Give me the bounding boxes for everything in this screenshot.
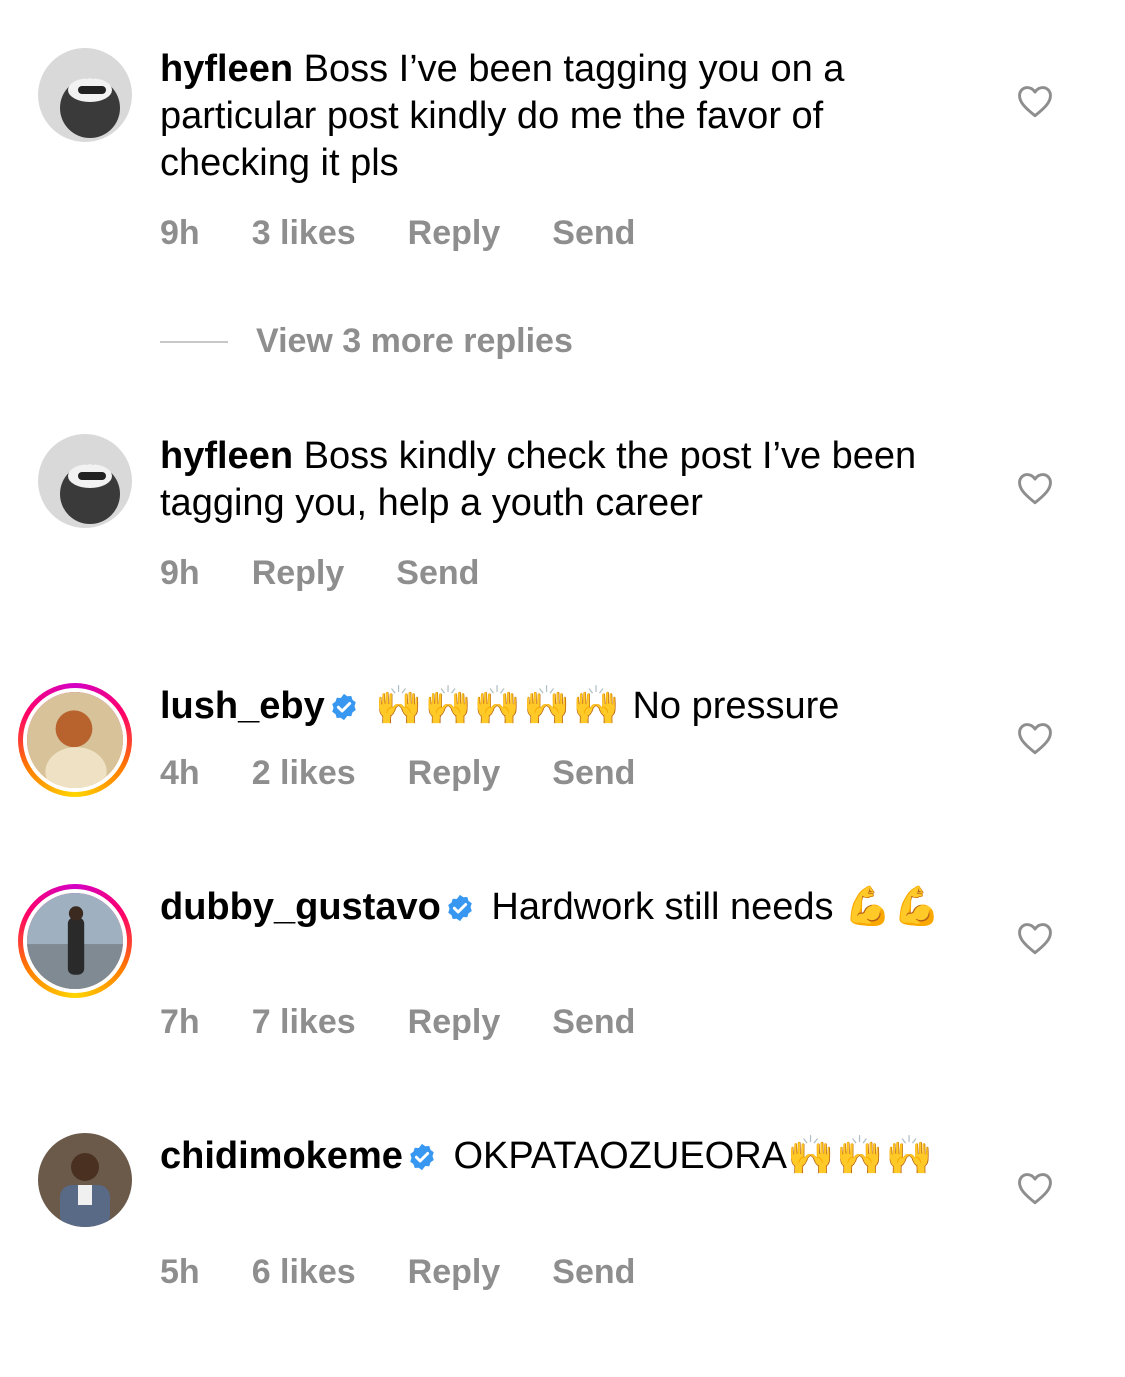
comment-body: No pressure bbox=[632, 685, 840, 727]
reply-button[interactable]: Reply bbox=[408, 214, 501, 253]
comment-username[interactable]: dubby_gustavo bbox=[160, 886, 441, 928]
comment-actions: 5h 6 likes Reply Send bbox=[160, 1253, 687, 1292]
send-button[interactable]: Send bbox=[552, 1253, 635, 1292]
avatar-image bbox=[27, 692, 123, 788]
comment-time: 5h bbox=[160, 1253, 200, 1291]
send-button[interactable]: Send bbox=[396, 554, 479, 593]
emoji-text: 🙌🙌🙌🙌🙌 bbox=[375, 683, 622, 727]
emoji-text: 🙌🙌🙌 bbox=[787, 1133, 935, 1177]
comment-username[interactable]: chidimokeme bbox=[160, 1135, 403, 1177]
avatar[interactable] bbox=[38, 48, 132, 142]
reply-button[interactable]: Reply bbox=[408, 754, 501, 793]
send-button[interactable]: Send bbox=[552, 214, 635, 253]
heart-outline-icon[interactable] bbox=[1016, 1171, 1054, 1205]
emoji-text: 💪💪 bbox=[844, 884, 943, 928]
heart-outline-icon[interactable] bbox=[1016, 84, 1054, 118]
reply-button[interactable]: Reply bbox=[408, 1253, 501, 1292]
comment-actions: 9h Reply Send bbox=[160, 554, 531, 593]
heart-outline-icon[interactable] bbox=[1016, 921, 1054, 955]
comment-time: 4h bbox=[160, 754, 200, 792]
comment-username[interactable]: hyfleen bbox=[160, 48, 293, 90]
comment-text: hyfleen Boss I’ve been tagging you on a … bbox=[160, 46, 960, 187]
avatar[interactable] bbox=[38, 1133, 132, 1227]
reply-button[interactable]: Reply bbox=[408, 1003, 501, 1042]
verified-badge-icon bbox=[448, 894, 472, 922]
avatar-image bbox=[27, 893, 123, 989]
comment-text: hyfleen Boss kindly check the post I’ve … bbox=[160, 433, 960, 527]
avatar-image bbox=[38, 1133, 132, 1227]
comment-text: chidimokeme OKPATAOZUEORA🙌🙌🙌 bbox=[160, 1132, 960, 1180]
comment-username[interactable]: lush_eby bbox=[160, 685, 325, 727]
comment-likes[interactable]: 3 likes bbox=[252, 214, 356, 253]
view-more-label: View 3 more replies bbox=[256, 322, 573, 360]
comment-likes[interactable]: 2 likes bbox=[252, 754, 356, 793]
comment-time: 7h bbox=[160, 1003, 200, 1041]
avatar[interactable] bbox=[18, 884, 132, 998]
avatar-inner bbox=[23, 688, 127, 792]
heart-outline-icon[interactable] bbox=[1016, 721, 1054, 755]
comment-username[interactable]: hyfleen bbox=[160, 435, 293, 477]
heart-outline-icon[interactable] bbox=[1016, 471, 1054, 505]
comment-actions: 9h 3 likes Reply Send bbox=[160, 214, 687, 253]
avatar-inner bbox=[23, 889, 127, 993]
avatar[interactable] bbox=[18, 683, 132, 797]
avatar-image bbox=[38, 434, 132, 528]
send-button[interactable]: Send bbox=[552, 754, 635, 793]
comment-text: dubby_gustavo Hardwork still needs 💪💪 bbox=[160, 883, 960, 931]
comment-actions: 7h 7 likes Reply Send bbox=[160, 1003, 687, 1042]
comment-time: 9h bbox=[160, 214, 200, 252]
comment-body: OKPATAOZUEORA bbox=[453, 1135, 788, 1177]
comment-text: lush_eby 🙌🙌🙌🙌🙌 No pressure bbox=[160, 682, 1000, 730]
divider bbox=[160, 340, 228, 343]
reply-button[interactable]: Reply bbox=[252, 554, 345, 593]
comment-time: 9h bbox=[160, 554, 200, 592]
avatar[interactable] bbox=[38, 434, 132, 528]
comment-likes[interactable]: 6 likes bbox=[252, 1253, 356, 1292]
comment-body: Hardwork still needs bbox=[491, 886, 834, 928]
comment-likes[interactable]: 7 likes bbox=[252, 1003, 356, 1042]
view-more-replies[interactable]: View 3 more replies bbox=[160, 322, 573, 361]
avatar-image bbox=[38, 48, 132, 142]
verified-badge-icon bbox=[410, 1143, 434, 1171]
verified-badge-icon bbox=[331, 693, 356, 721]
send-button[interactable]: Send bbox=[552, 1003, 635, 1042]
comment-actions: 4h 2 likes Reply Send bbox=[160, 754, 687, 793]
